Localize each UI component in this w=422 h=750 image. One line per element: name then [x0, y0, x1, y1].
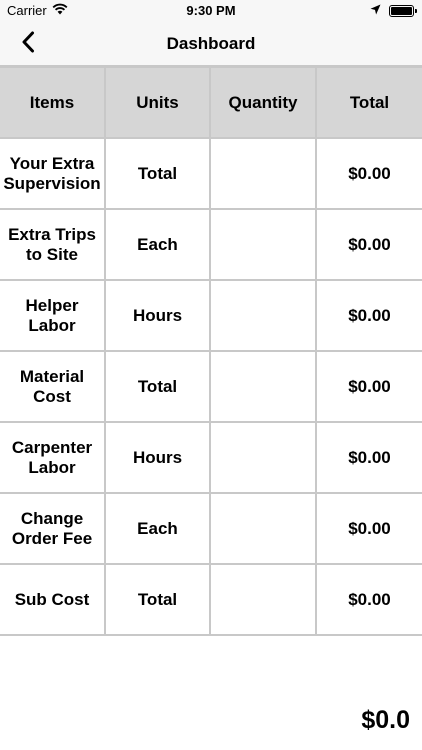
row-total-value: $0.00	[317, 565, 422, 636]
row-unit-label: Each	[106, 494, 211, 565]
row-item-label: Sub Cost	[0, 565, 106, 636]
header-quantity: Quantity	[211, 68, 317, 139]
row-item-label: Extra Trips to Site	[0, 210, 106, 281]
page-title: Dashboard	[166, 34, 256, 53]
row-unit-label: Total	[106, 565, 211, 636]
row-quantity-input[interactable]	[211, 210, 317, 281]
row-total-value: $0.00	[317, 352, 422, 423]
row-quantity-input[interactable]	[211, 281, 317, 352]
row-quantity-input[interactable]	[211, 565, 317, 636]
status-right	[370, 3, 417, 18]
row-total-value: $0.00	[317, 210, 422, 281]
row-quantity-input[interactable]	[211, 423, 317, 494]
row-item-label: Your Extra Supervision	[0, 139, 106, 210]
row-unit-label: Each	[106, 210, 211, 281]
grand-total: $0.0	[361, 706, 410, 734]
row-total-value: $0.00	[317, 139, 422, 210]
row-unit-label: Hours	[106, 423, 211, 494]
row-unit-label: Total	[106, 139, 211, 210]
row-quantity-input[interactable]	[211, 494, 317, 565]
row-item-label: Helper Labor	[0, 281, 106, 352]
nav-bar: Dashboard	[0, 22, 422, 66]
header-total: Total	[317, 68, 422, 139]
row-item-label: Change Order Fee	[0, 494, 106, 565]
cost-table: Items Units Quantity Total Your Extra Su…	[0, 66, 422, 636]
row-quantity-input[interactable]	[211, 139, 317, 210]
status-bar: Carrier 9:30 PM	[0, 0, 422, 22]
row-item-label: Material Cost	[0, 352, 106, 423]
row-total-value: $0.00	[317, 494, 422, 565]
row-quantity-input[interactable]	[211, 352, 317, 423]
row-unit-label: Hours	[106, 281, 211, 352]
header-items: Items	[0, 68, 106, 139]
status-time: 9:30 PM	[186, 3, 236, 18]
row-item-label: Carpenter Labor	[0, 423, 106, 494]
row-total-value: $0.00	[317, 423, 422, 494]
location-arrow-icon	[370, 3, 381, 18]
row-total-value: $0.00	[317, 281, 422, 352]
row-unit-label: Total	[106, 352, 211, 423]
battery-icon	[389, 4, 417, 17]
header-units: Units	[106, 68, 211, 139]
